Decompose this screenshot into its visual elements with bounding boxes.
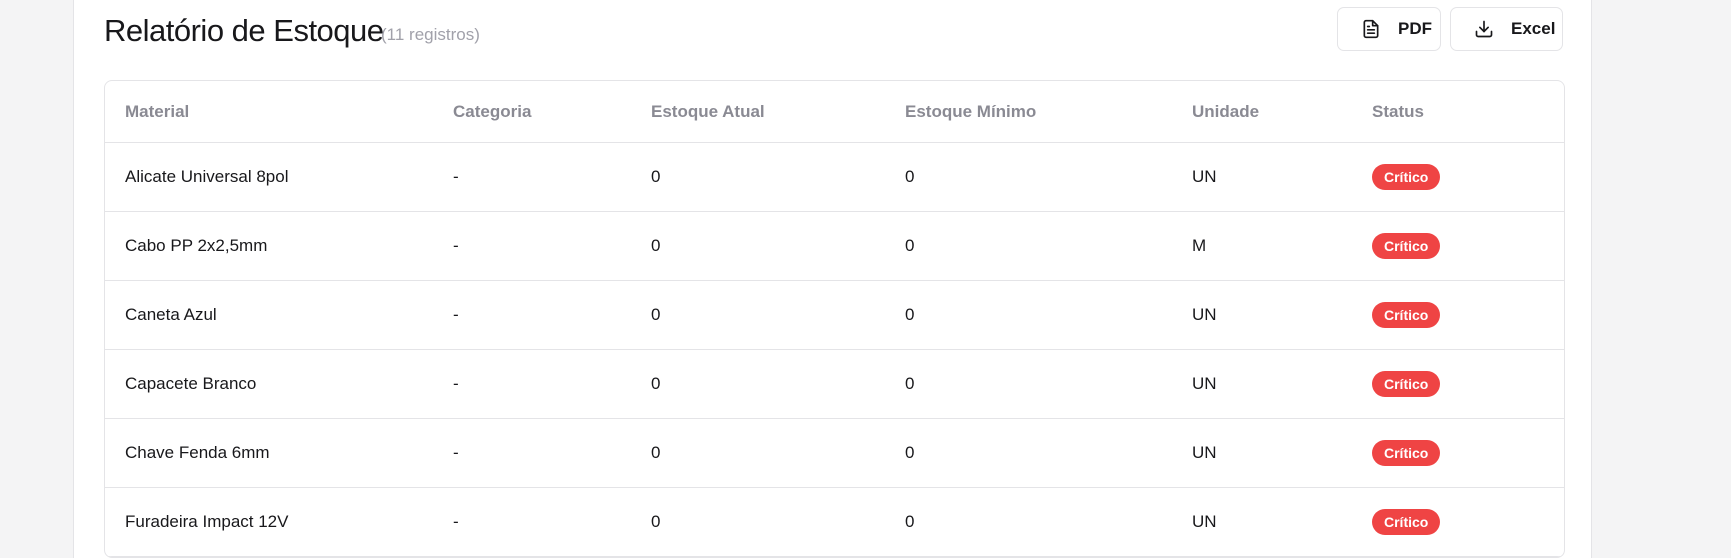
table-row[interactable]: Cabo PP 2x2,5mm - 0 0 M Crítico: [105, 211, 1564, 281]
table-row[interactable]: Chave Fenda 6mm - 0 0 UN Crítico: [105, 418, 1564, 488]
column-header-unidade[interactable]: Unidade: [1192, 81, 1372, 143]
cell-material: Capacete Branco: [105, 349, 453, 419]
table-row[interactable]: Capacete Branco - 0 0 UN Crítico: [105, 349, 1564, 419]
status-badge: Crítico: [1372, 509, 1441, 535]
cell-estoque-minimo: 0: [905, 280, 1192, 350]
cell-estoque-atual: 0: [651, 487, 905, 557]
report-card: Relatório de Estoque (11 registros) PDF: [73, 0, 1592, 558]
cell-categoria: -: [453, 211, 651, 281]
cell-estoque-atual: 0: [651, 211, 905, 281]
cell-unidade: UN: [1192, 280, 1372, 350]
cell-unidade: UN: [1192, 349, 1372, 419]
cell-categoria: -: [453, 418, 651, 488]
cell-unidade: UN: [1192, 418, 1372, 488]
cell-categoria: -: [453, 142, 651, 212]
stock-table: Material Categoria Estoque Atual Estoque…: [104, 80, 1565, 558]
cell-status: Crítico: [1372, 142, 1564, 212]
column-header-estoque-atual[interactable]: Estoque Atual: [651, 81, 905, 143]
status-badge: Crítico: [1372, 233, 1441, 259]
cell-estoque-atual: 0: [651, 142, 905, 212]
export-excel-label: Excel: [1511, 19, 1556, 38]
cell-material: Chave Fenda 6mm: [105, 418, 453, 488]
cell-unidade: M: [1192, 211, 1372, 281]
column-header-status[interactable]: Status: [1372, 81, 1564, 143]
table-row[interactable]: Caneta Azul - 0 0 UN Crítico: [105, 280, 1564, 350]
cell-material: Caneta Azul: [105, 280, 453, 350]
column-header-material[interactable]: Material: [105, 81, 453, 143]
cell-estoque-minimo: 0: [905, 349, 1192, 419]
status-badge: Crítico: [1372, 302, 1441, 328]
file-text-icon: [1361, 19, 1381, 39]
export-excel-button[interactable]: Excel: [1450, 7, 1563, 51]
cell-material: Furadeira Impact 12V: [105, 487, 453, 557]
cell-unidade: UN: [1192, 487, 1372, 557]
cell-categoria: -: [453, 280, 651, 350]
page-title: Relatório de Estoque: [104, 13, 384, 48]
cell-estoque-minimo: 0: [905, 487, 1192, 557]
cell-categoria: -: [453, 349, 651, 419]
cell-unidade: UN: [1192, 142, 1372, 212]
download-icon: [1474, 19, 1494, 39]
status-badge: Crítico: [1372, 440, 1441, 466]
cell-estoque-minimo: 0: [905, 142, 1192, 212]
column-header-categoria[interactable]: Categoria: [453, 81, 651, 143]
cell-status: Crítico: [1372, 487, 1564, 557]
cell-material: Alicate Universal 8pol: [105, 142, 453, 212]
table-row[interactable]: Alicate Universal 8pol - 0 0 UN Crítico: [105, 142, 1564, 212]
cell-status: Crítico: [1372, 349, 1564, 419]
table-row[interactable]: Furadeira Impact 12V - 0 0 UN Crítico: [105, 487, 1564, 557]
status-badge: Crítico: [1372, 371, 1441, 397]
cell-estoque-minimo: 0: [905, 418, 1192, 488]
status-badge: Crítico: [1372, 164, 1441, 190]
export-pdf-label: PDF: [1398, 19, 1432, 38]
cell-estoque-atual: 0: [651, 418, 905, 488]
cell-status: Crítico: [1372, 211, 1564, 281]
report-header: Relatório de Estoque (11 registros) PDF: [104, 0, 1563, 68]
cell-material: Cabo PP 2x2,5mm: [105, 211, 453, 281]
cell-estoque-atual: 0: [651, 280, 905, 350]
table-header-row: Material Categoria Estoque Atual Estoque…: [105, 81, 1564, 143]
column-header-estoque-minimo[interactable]: Estoque Mínimo: [905, 81, 1192, 143]
record-count: (11 registros): [381, 25, 480, 44]
export-pdf-button[interactable]: PDF: [1337, 7, 1441, 51]
cell-estoque-atual: 0: [651, 349, 905, 419]
cell-status: Crítico: [1372, 280, 1564, 350]
cell-status: Crítico: [1372, 418, 1564, 488]
cell-estoque-minimo: 0: [905, 211, 1192, 281]
cell-categoria: -: [453, 487, 651, 557]
